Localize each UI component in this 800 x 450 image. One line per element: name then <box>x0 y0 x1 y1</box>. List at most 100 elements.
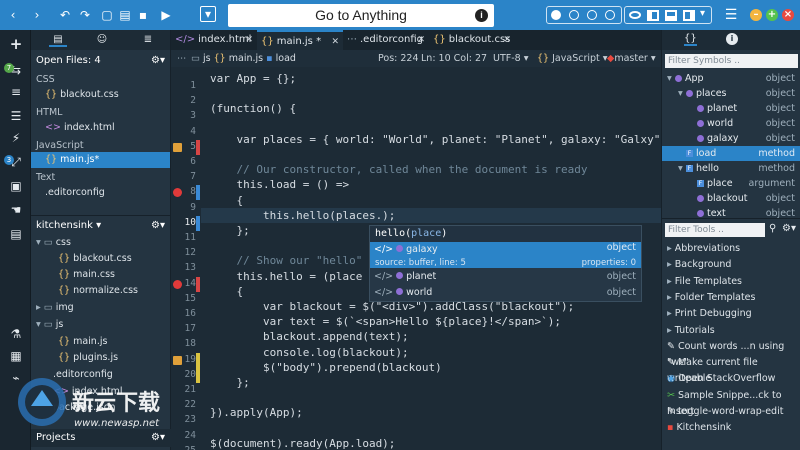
tree-folder-js[interactable]: ▾ ▭ js <box>36 317 63 333</box>
tab-symbols-icon[interactable]: {} <box>684 33 697 46</box>
code-line[interactable]: { <box>210 194 243 207</box>
project-gear-icon[interactable]: ⚙▾ <box>151 217 165 235</box>
tab-index-html[interactable]: </> index.html ✕ <box>171 30 257 50</box>
code-line[interactable]: (function() { <box>210 102 296 115</box>
code-line[interactable]: var App = {}; <box>210 72 296 85</box>
maximize-button[interactable]: + <box>766 9 778 21</box>
project-dropdown-icon[interactable]: ▾ <box>96 220 101 231</box>
tool-item[interactable]: ◉ Open StackOverflow <box>662 371 800 387</box>
fold-icon[interactable]: ▾ <box>667 71 675 86</box>
minimize-button[interactable]: – <box>750 9 762 21</box>
tool-item[interactable]: ✎ Make current file writeable <box>662 355 800 384</box>
code-line[interactable]: { <box>210 285 243 298</box>
tab-editorconfig[interactable]: ⋯ .editorconfig ✕ <box>343 30 429 50</box>
autocomplete-item[interactable]: </> planet object <box>370 269 641 285</box>
tool-item[interactable]: ▸ Abbreviations <box>662 241 800 257</box>
eye-icon[interactable] <box>629 11 641 19</box>
goto-anything-input[interactable]: Go to Anything i <box>228 4 494 27</box>
debug-marker-icon[interactable] <box>173 355 182 365</box>
fold-icon[interactable]: ▸ <box>36 302 41 313</box>
hand-icon[interactable]: ☚ <box>7 202 25 218</box>
tab-files-icon[interactable]: ▤ <box>49 33 67 47</box>
fold-icon[interactable]: ▾ <box>36 319 41 330</box>
forward-icon[interactable]: › <box>28 6 46 24</box>
open-file-item[interactable]: .editorconfig <box>45 185 171 201</box>
open-file-item[interactable]: <> index.html <box>45 120 171 136</box>
preview-icon[interactable]: ▣ <box>7 178 25 194</box>
left-pane-toggle-icon[interactable] <box>647 10 659 21</box>
tree-file[interactable]: {} main.css <box>58 267 115 283</box>
code-line[interactable]: this.load = () => <box>210 178 349 191</box>
tree-file[interactable]: {} blackout.css <box>58 251 132 267</box>
back-icon[interactable]: ‹ <box>4 6 22 24</box>
add-icon[interactable]: + <box>7 36 25 52</box>
symbol-item[interactable]: planet object <box>662 101 800 116</box>
stop-macro-icon[interactable] <box>569 10 579 20</box>
run-icon[interactable]: ▶ <box>157 6 175 24</box>
fold-icon[interactable]: ▾ <box>678 86 686 101</box>
close-tab-icon[interactable]: ✕ <box>331 32 339 52</box>
tree-folder-img[interactable]: ▸ ▭ img <box>36 300 74 316</box>
tab-main-js[interactable]: {} main.js * ✕ <box>257 30 343 50</box>
tool-item[interactable]: ✎ toggle-word-wrap-edit <box>662 404 800 420</box>
project-header[interactable]: kitchensink ▾ ⚙▾ <box>31 217 171 235</box>
code-line[interactable]: this.hello(places.); <box>210 209 395 222</box>
new-file-icon[interactable]: ▢ <box>98 6 116 24</box>
save-macro-icon[interactable] <box>605 10 615 20</box>
close-tab-icon[interactable]: ✕ <box>417 30 425 50</box>
record-macro-icon[interactable] <box>551 10 561 20</box>
breadcrumb-item[interactable]: load <box>276 53 296 64</box>
symbol-item[interactable]: ▾ places object <box>662 86 800 101</box>
code-line[interactable]: $("body").prepend(blackout) <box>210 361 442 374</box>
bookmark-icon[interactable] <box>173 142 182 152</box>
globe-icon[interactable]: ☰ <box>7 108 25 124</box>
code-line[interactable]: var places = { world: "World", planet: "… <box>210 133 680 146</box>
fold-icon[interactable]: ▾ <box>678 161 686 176</box>
breadcrumb-item[interactable]: main.js <box>229 53 263 64</box>
close-tab-icon[interactable]: ✕ <box>503 30 511 50</box>
tab-users-icon[interactable]: ☺ <box>93 33 111 47</box>
close-tab-icon[interactable]: ✕ <box>245 30 253 50</box>
info-icon[interactable]: i <box>475 9 488 22</box>
open-file-item-active[interactable]: {} main.js* <box>31 152 170 168</box>
more-icon[interactable]: ⋯ <box>177 50 187 67</box>
tool-item[interactable]: ✎ Count words ...n using "wc" <box>662 339 800 368</box>
open-file-icon[interactable]: ▤ <box>116 6 134 24</box>
share-icon[interactable]: ▤ <box>7 226 25 242</box>
code-line[interactable]: this.hello = (place = <box>210 270 375 283</box>
hamburger-menu-icon[interactable]: ☰ <box>722 6 740 24</box>
undo-icon[interactable]: ↶ <box>56 6 74 24</box>
tree-file[interactable]: {} normalize.css <box>58 283 138 299</box>
symbol-item[interactable]: Fload method <box>662 146 800 161</box>
tree-file[interactable]: {} main.js <box>58 334 107 350</box>
tab-info-icon[interactable]: i <box>726 33 738 45</box>
bottom-pane-toggle-icon[interactable] <box>665 10 677 21</box>
play-macro-icon[interactable] <box>587 10 597 20</box>
terminal-icon[interactable]: ▦ <box>7 348 25 364</box>
lightning-icon[interactable]: ⚡ <box>7 130 25 146</box>
symbol-item[interactable]: Fplace argument <box>662 176 800 191</box>
autocomplete-item-selected[interactable]: </> galaxy object source: buffer, line: 5… <box>370 242 641 268</box>
code-line[interactable]: }).apply(App); <box>210 406 303 419</box>
tab-database-icon[interactable]: ≣ <box>139 33 157 47</box>
code-line[interactable]: $(document).ready(App.load); <box>210 437 395 450</box>
breadcrumb-item[interactable]: js <box>203 53 211 64</box>
tool-item[interactable]: ▸ Folder Templates <box>662 290 800 306</box>
branch-selector[interactable]: ◆master ▾ <box>607 50 656 67</box>
encoding-selector[interactable]: UTF-8 ▾ <box>493 50 529 67</box>
filter-tools-input[interactable]: Filter Tools .. <box>665 223 765 237</box>
tool-item[interactable]: ▪ Kitchensink <box>662 420 800 436</box>
code-line[interactable]: }; <box>210 224 249 237</box>
autocomplete-item[interactable]: </> world object <box>370 285 641 301</box>
code-line[interactable]: var text = $(`<span>Hello ${place}!</spa… <box>210 315 561 328</box>
code-line[interactable]: // Our constructor, called when the docu… <box>210 163 587 176</box>
close-button[interactable]: × <box>782 9 794 21</box>
open-files-header[interactable]: Open Files: 4 ⚙▾ <box>31 52 171 70</box>
open-file-item[interactable]: {} blackout.css <box>45 87 171 103</box>
symbol-item[interactable]: galaxy object <box>662 131 800 146</box>
layout-dropdown-icon[interactable]: ▾ <box>700 8 705 19</box>
right-pane-toggle-icon[interactable] <box>683 10 695 21</box>
dropdown-icon[interactable]: ▾ <box>200 6 216 22</box>
code-line[interactable]: // Show our "hello" bl <box>210 254 382 267</box>
tool-item[interactable]: ✂ Sample Snippe...ck to Insert <box>662 388 800 417</box>
